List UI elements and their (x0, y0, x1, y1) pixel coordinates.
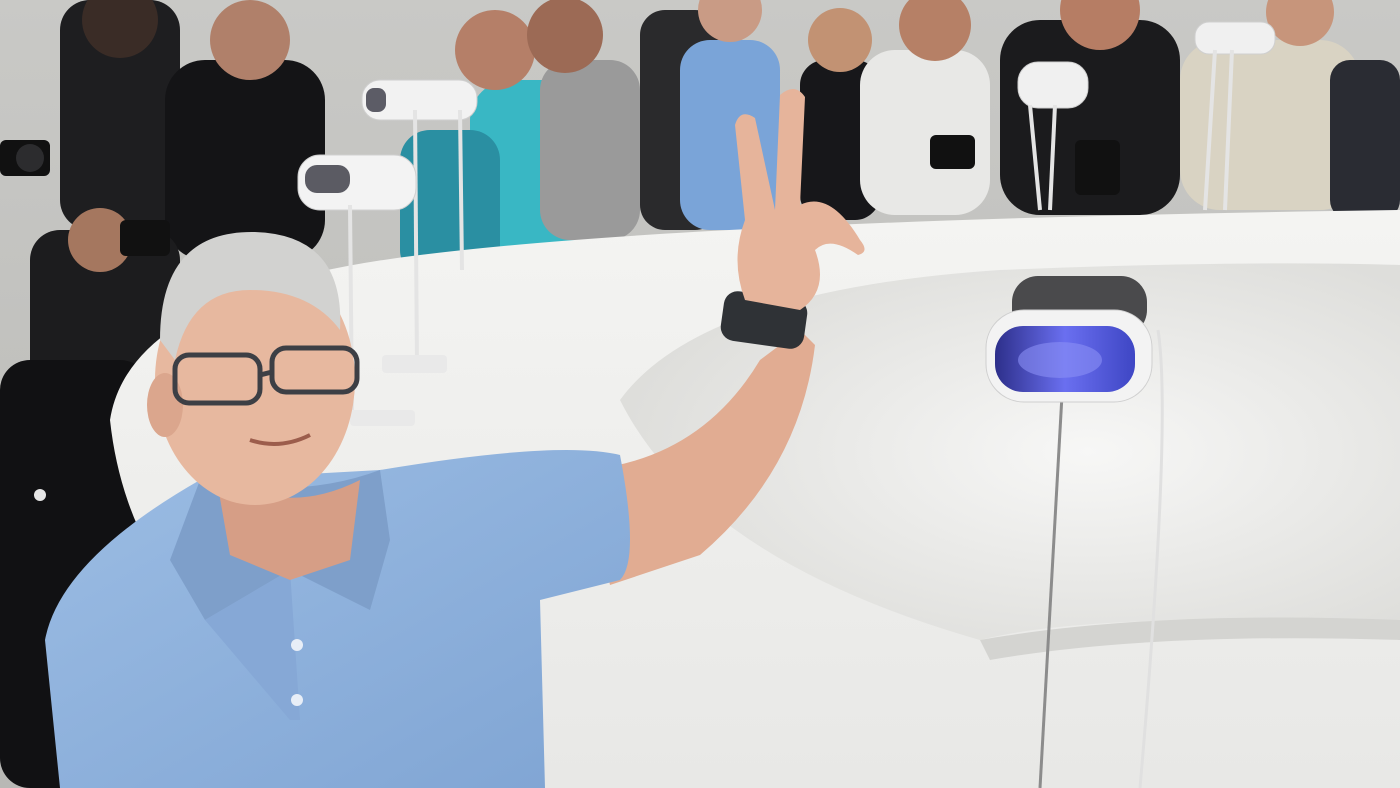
photo-scene (0, 0, 1400, 788)
photo-illustration (0, 0, 1400, 788)
